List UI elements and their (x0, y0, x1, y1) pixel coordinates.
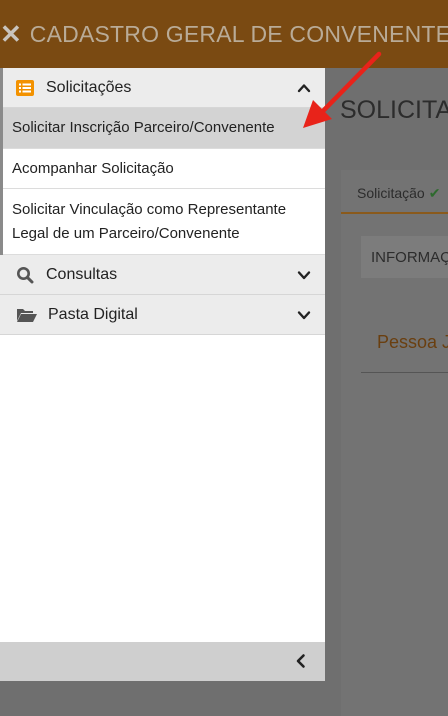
app-title: CADASTRO GERAL DE CONVENENTES (29, 20, 448, 47)
sidebar-group-label: Pasta Digital (48, 305, 138, 323)
sidebar-group-label: Consultas (46, 265, 118, 283)
tab-solicitacao[interactable]: Solicitação ✔ (341, 170, 448, 214)
check-icon: ✔ (428, 185, 441, 201)
main-card: Solicitação✔ INFORMAÇÕES Pessoa Jurídica (341, 170, 448, 716)
tab-label: Solicitação ✔ (357, 185, 440, 202)
search-icon (16, 266, 34, 284)
sidebar-item-label-line2: Legal de um Parceiro/Convenente (12, 224, 240, 242)
sidebar-item-label: Acompanhar Solicitação (12, 159, 174, 177)
sidebar-item-acompanhar-solicitacao[interactable]: Acompanhar Solicitação (0, 149, 325, 189)
sidebar-item-solicitar-vinculacao[interactable]: Solicitar Vinculação como Representante … (0, 189, 325, 255)
sidebar-footer (0, 642, 325, 681)
chevron-left-icon[interactable] (293, 653, 309, 669)
sidebar-item-label-line1: Solicitar Vinculação como Representante (12, 200, 287, 218)
sidebar-left-border (0, 68, 3, 255)
sidebar-group-label: Solicitações (46, 78, 132, 96)
sidebar-menu: Solicitações Solicitar Inscrição Parceir… (0, 68, 325, 681)
info-label: INFORMAÇÕES (371, 249, 448, 266)
sidebar-group-solicitacoes[interactable]: Solicitações (0, 68, 325, 108)
section-divider (361, 372, 448, 373)
chevron-down-icon[interactable] (297, 268, 311, 282)
chevron-down-icon[interactable] (297, 308, 311, 322)
sidebar-item-solicitar-inscricao[interactable]: Solicitar Inscrição Parceiro/Convenente (0, 108, 325, 149)
list-icon (16, 79, 34, 97)
sidebar-group-pasta-digital[interactable]: Pasta Digital (0, 295, 325, 335)
main-content: SOLICITAÇÃO Solicitação✔ INFORMAÇÕES Pes… (325, 68, 448, 716)
tab-label-text: Solicitação (357, 185, 425, 201)
folder-open-icon (16, 306, 38, 324)
sidebar-item-label: Solicitar Inscrição Parceiro/Convenente (12, 119, 275, 136)
section-title: Pessoa Jurídica (377, 332, 448, 352)
chevron-up-icon[interactable] (297, 81, 311, 95)
page-title: SOLICITAÇÃO (340, 96, 448, 124)
app-header: ✕ CADASTRO GERAL DE CONVENENTES (0, 0, 448, 68)
close-icon[interactable]: ✕ (0, 0, 22, 68)
info-section-header[interactable]: INFORMAÇÕES (361, 236, 448, 278)
sidebar-group-consultas[interactable]: Consultas (0, 255, 325, 295)
